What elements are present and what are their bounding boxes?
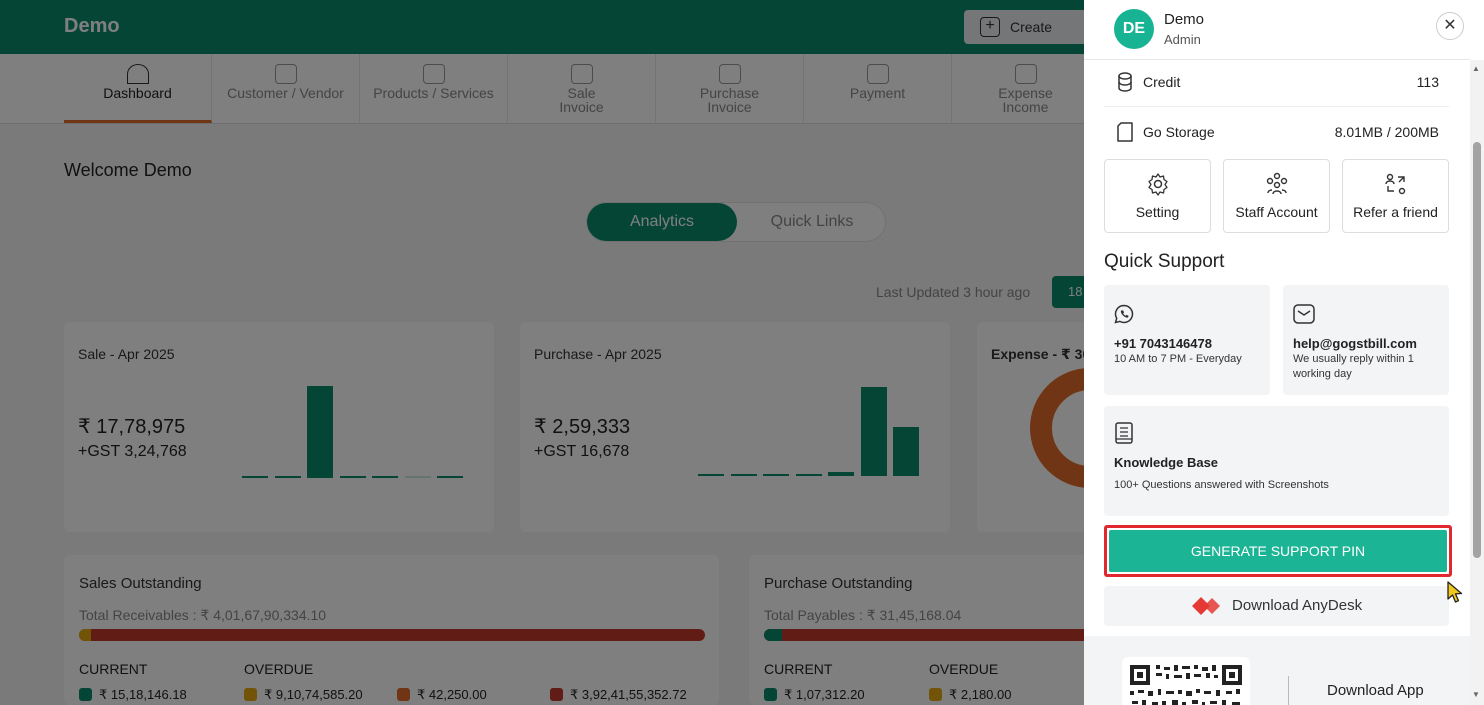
generate-support-pin-button[interactable]: GENERATE SUPPORT PIN	[1109, 530, 1447, 572]
staff-account-label: Staff Account	[1235, 204, 1318, 220]
whatsapp-icon	[1114, 304, 1134, 324]
storage-card-icon	[1117, 122, 1133, 142]
support-phone[interactable]: +91 7043146478	[1114, 336, 1212, 351]
scrollbar-thumb[interactable]	[1473, 142, 1481, 558]
setting-label: Setting	[1135, 204, 1180, 220]
download-app-label[interactable]: Download App	[1327, 682, 1424, 699]
book-icon	[1115, 422, 1133, 444]
kb-note: 100+ Questions answered with Screenshots	[1114, 479, 1329, 491]
gear-icon	[1148, 173, 1168, 196]
setting-button[interactable]: Setting	[1104, 159, 1211, 233]
anydesk-icon	[1192, 597, 1220, 615]
refer-friend-label: Refer a friend	[1353, 204, 1438, 220]
qr-code-image	[1130, 665, 1242, 705]
storage-value: 8.01MB / 200MB	[1334, 124, 1439, 140]
refer-friend-button[interactable]: Refer a friend	[1342, 159, 1449, 233]
credit-label: Credit	[1143, 74, 1181, 90]
panel-header: DE Demo Admin ✕	[1084, 0, 1470, 60]
scroll-up-arrow[interactable]: ▲	[1472, 64, 1480, 73]
support-hours: 10 AM to 7 PM - Everyday	[1114, 353, 1242, 365]
scroll-down-arrow[interactable]: ▼	[1472, 690, 1480, 699]
avatar: DE	[1114, 9, 1154, 49]
mail-icon	[1293, 304, 1315, 324]
divider	[1104, 106, 1449, 107]
quick-support-title: Quick Support	[1104, 251, 1225, 272]
qr-code	[1122, 657, 1250, 705]
coins-icon	[1118, 72, 1132, 92]
close-icon: ✕	[1443, 17, 1457, 34]
download-anydesk-label: Download AnyDesk	[1232, 597, 1363, 614]
download-app-section: Download App	[1084, 636, 1470, 705]
whatsapp-support[interactable]: +91 7043146478 10 AM to 7 PM - Everyday	[1104, 285, 1270, 395]
email-note: We usually reply within 1 working day	[1293, 353, 1414, 380]
refer-icon	[1385, 173, 1406, 195]
storage-row[interactable]: Go Storage 8.01MB / 200MB	[1104, 110, 1449, 154]
staff-icon	[1266, 172, 1288, 195]
user-role: Admin	[1164, 32, 1201, 47]
support-email[interactable]: help@gogstbill.com	[1293, 336, 1417, 351]
credit-row[interactable]: Credit 113	[1104, 60, 1449, 104]
download-anydesk-button[interactable]: Download AnyDesk	[1104, 586, 1449, 626]
staff-account-button[interactable]: Staff Account	[1223, 159, 1330, 233]
storage-label: Go Storage	[1143, 124, 1215, 140]
knowledge-base[interactable]: Knowledge Base 100+ Questions answered w…	[1104, 406, 1449, 516]
generate-support-pin-highlight: GENERATE SUPPORT PIN	[1104, 525, 1452, 577]
email-support[interactable]: help@gogstbill.com We usually reply with…	[1283, 285, 1449, 395]
user-name: Demo	[1164, 11, 1205, 28]
mouse-cursor-icon	[1447, 581, 1463, 603]
divider	[1288, 676, 1289, 705]
credit-value: 113	[1416, 74, 1439, 90]
account-panel: DE Demo Admin ✕ Credit 113 Go Storage 8.…	[1084, 0, 1484, 705]
close-button[interactable]: ✕	[1436, 12, 1464, 40]
kb-title: Knowledge Base	[1114, 455, 1219, 470]
